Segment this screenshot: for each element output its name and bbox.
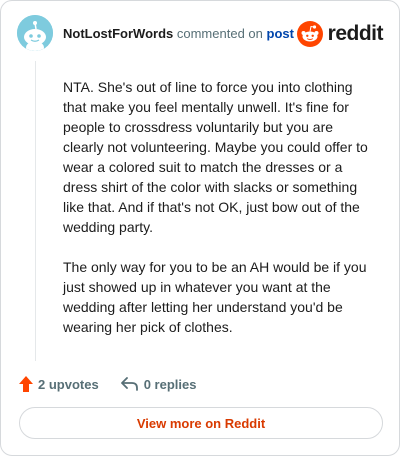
thread-line (35, 61, 36, 361)
comment-header: NotLostForWords commented on post reddit (17, 15, 384, 53)
post-link[interactable]: post (267, 26, 294, 41)
comment-paragraph: NTA. She's out of line to force you into… (63, 79, 368, 235)
action-text: commented on (176, 26, 263, 41)
replies-count: 0 replies (143, 376, 197, 392)
comment-body: NTA. She's out of line to force you into… (63, 77, 373, 357)
brand-wordmark: reddit (327, 22, 384, 45)
author-line: NotLostForWords commented on post (63, 26, 294, 41)
replies-stat[interactable]: 0 replies (120, 376, 197, 392)
author-name[interactable]: NotLostForWords (63, 26, 173, 41)
upvotes-stat[interactable]: 2 upvotes (19, 376, 99, 392)
comment-paragraph: The only way for you to be an AH would b… (63, 259, 367, 335)
reddit-snoo-icon (296, 21, 323, 47)
comment-footer: 2 upvotes 0 replies (19, 373, 196, 395)
upvotes-count: 2 upvotes (38, 376, 99, 392)
view-more-button[interactable]: View more on Reddit (19, 407, 383, 439)
reddit-logo[interactable]: reddit (296, 21, 384, 47)
snoo-avatar-icon (17, 15, 53, 51)
reply-icon (120, 377, 138, 391)
user-avatar[interactable] (17, 15, 53, 51)
upvote-arrow-icon (19, 376, 33, 392)
embedded-comment-card: NotLostForWords commented on post reddit… (0, 0, 400, 456)
